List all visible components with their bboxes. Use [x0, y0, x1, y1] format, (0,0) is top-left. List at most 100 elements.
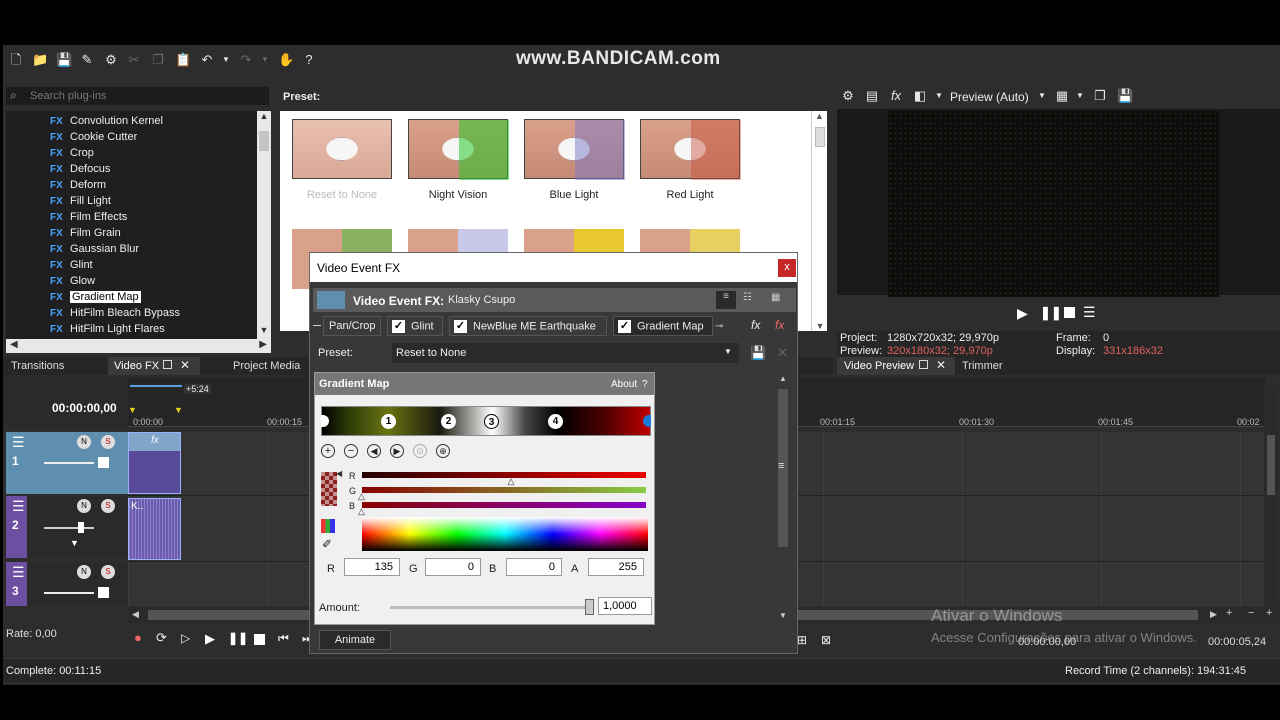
gradient-stop-1[interactable]: 1: [381, 414, 396, 429]
animate-button[interactable]: Animate: [319, 630, 391, 650]
b-value-input[interactable]: 0: [506, 558, 562, 576]
level-slider[interactable]: [44, 462, 94, 464]
save-icon[interactable]: 💾: [56, 53, 72, 67]
checkbox[interactable]: ✓: [392, 320, 405, 333]
chain-gradient-map[interactable]: ✓ Gradient Map: [613, 316, 713, 336]
next-stop-icon[interactable]: ▶: [390, 444, 404, 458]
track-menu-icon[interactable]: ☰: [12, 564, 25, 581]
r-slider-thumb[interactable]: △: [508, 476, 515, 487]
gradient-stop-2[interactable]: 2: [441, 414, 456, 429]
tab-transitions[interactable]: Transitions: [11, 360, 64, 372]
stop-button[interactable]: [1064, 307, 1075, 318]
scroll-down-icon[interactable]: ▼: [812, 321, 828, 331]
gear-icon[interactable]: ⚙: [104, 53, 118, 67]
pause-button[interactable]: ❚❚: [1040, 305, 1062, 321]
remove-stop-icon[interactable]: −: [344, 444, 358, 458]
plugin-item[interactable]: FX Fill Light: [50, 193, 111, 209]
tab-project-media[interactable]: Project Media: [233, 360, 300, 372]
menu-icon[interactable]: ☰: [1083, 304, 1096, 321]
chain-glint[interactable]: ✓ Glint: [387, 316, 443, 336]
r-slider[interactable]: △: [362, 472, 646, 486]
play-button[interactable]: ▶: [205, 631, 215, 647]
scroll-left-icon[interactable]: ◀: [10, 339, 18, 350]
scroll-up-icon[interactable]: ▲: [257, 111, 271, 125]
track-header-1[interactable]: ☰ 1 N S: [6, 432, 128, 494]
track-header-3[interactable]: ☰ 3 N S: [6, 562, 128, 606]
timeline-vscroll[interactable]: [1264, 385, 1278, 607]
search-input[interactable]: Search plug-ins: [30, 90, 106, 102]
prev-stop-icon[interactable]: ◀: [367, 444, 381, 458]
scroll-down-icon[interactable]: ▼: [779, 611, 787, 620]
chain-pan-crop[interactable]: Pan/Crop: [323, 316, 381, 336]
palette-icon[interactable]: [321, 519, 335, 533]
scroll-down-icon[interactable]: ▼: [257, 325, 271, 339]
mute-icon[interactable]: N: [77, 499, 91, 513]
audio-clip[interactable]: K..: [128, 498, 181, 560]
distribute-stops-icon[interactable]: ⊙: [413, 444, 427, 458]
solo-icon[interactable]: S: [101, 435, 115, 449]
volume-slider[interactable]: [44, 527, 94, 529]
preset-thumb-reset[interactable]: Reset to None: [284, 119, 400, 201]
gradient-stop-3[interactable]: 3: [484, 414, 499, 429]
plugin-item[interactable]: FX HitFilm Bleach Bypass: [50, 305, 180, 321]
plugin-item[interactable]: FX Film Grain: [50, 225, 121, 241]
reverse-stops-icon[interactable]: ⊕: [436, 444, 450, 458]
preset-thumb-blue-light[interactable]: Blue Light: [516, 119, 632, 201]
r-value-input[interactable]: 135: [344, 558, 400, 576]
fx-icon[interactable]: fx: [151, 435, 159, 446]
list-view-icon[interactable]: ≡: [716, 291, 736, 309]
zoom-out-icon[interactable]: −: [1248, 607, 1254, 619]
loop-start-marker[interactable]: ▼: [128, 405, 137, 415]
volume-thumb[interactable]: [78, 522, 84, 533]
a-value-input[interactable]: 255: [588, 558, 644, 576]
remove-fx-icon[interactable]: fx: [775, 318, 784, 332]
scroll-right-icon[interactable]: ▶: [259, 339, 267, 350]
track-menu-icon[interactable]: ☰: [12, 434, 25, 451]
color-spectrum[interactable]: [362, 517, 648, 551]
scroll-up-icon[interactable]: ▲: [812, 111, 827, 121]
preset-thumb-red-light[interactable]: Red Light: [632, 119, 748, 201]
undock-icon[interactable]: [163, 360, 172, 369]
close-button[interactable]: x: [778, 259, 796, 277]
chain-newblue-earthquake[interactable]: ✓ NewBlue ME Earthquake: [449, 316, 607, 336]
solo-icon[interactable]: S: [101, 565, 115, 579]
undo-icon[interactable]: ↶: [200, 53, 214, 67]
add-stop-icon[interactable]: +: [321, 444, 335, 458]
scroll-thumb[interactable]: [815, 127, 825, 147]
chevron-down-icon[interactable]: ▼: [724, 347, 732, 356]
gradient-bar[interactable]: 1 2 3 4: [321, 406, 651, 436]
about-link[interactable]: About: [611, 379, 637, 390]
plugin-tree-hscroll[interactable]: ◀ ▶: [6, 339, 271, 353]
mute-icon[interactable]: N: [77, 565, 91, 579]
preview-quality-select[interactable]: Preview (Auto): [950, 90, 1029, 104]
plugin-search-bar[interactable]: ⌕ Search plug-ins: [6, 87, 269, 105]
stop-button[interactable]: [254, 634, 265, 645]
save-preset-icon[interactable]: 💾: [750, 345, 766, 361]
close-tab-icon[interactable]: ✕: [936, 358, 946, 372]
new-file-icon[interactable]: 🗋: [9, 53, 23, 67]
g-slider[interactable]: △: [358, 487, 646, 501]
detail-view-icon[interactable]: ☷: [743, 292, 752, 303]
loop-end-marker[interactable]: ▼: [174, 405, 183, 415]
undock-icon[interactable]: [919, 360, 928, 369]
checkbox[interactable]: ✓: [454, 320, 467, 333]
paste-icon[interactable]: 📋: [175, 53, 191, 67]
loop-button[interactable]: ⟳: [156, 630, 167, 646]
solo-icon[interactable]: S: [101, 499, 115, 513]
gradient-stop-end[interactable]: [643, 415, 651, 427]
plugin-tree-vscroll[interactable]: ▲ ▼: [257, 111, 271, 339]
redo-dropdown-icon[interactable]: ▼: [258, 53, 272, 67]
scroll-thumb[interactable]: [259, 131, 269, 151]
close-tab-icon[interactable]: ✕: [180, 358, 190, 372]
loop-region[interactable]: [130, 385, 182, 387]
grid-view-icon[interactable]: ▦: [771, 292, 780, 303]
b-slider[interactable]: △: [358, 502, 646, 516]
render-icon[interactable]: ✎: [80, 53, 94, 67]
amount-slider-thumb[interactable]: [585, 599, 594, 615]
chevron-down-icon[interactable]: ▼: [1035, 89, 1049, 103]
g-value-input[interactable]: 0: [425, 558, 481, 576]
preview-device-icon[interactable]: ▤: [865, 89, 879, 103]
gradient-stop-start[interactable]: [321, 415, 329, 427]
level-slider[interactable]: [44, 592, 94, 594]
gradient-stop-4[interactable]: 4: [548, 414, 563, 429]
